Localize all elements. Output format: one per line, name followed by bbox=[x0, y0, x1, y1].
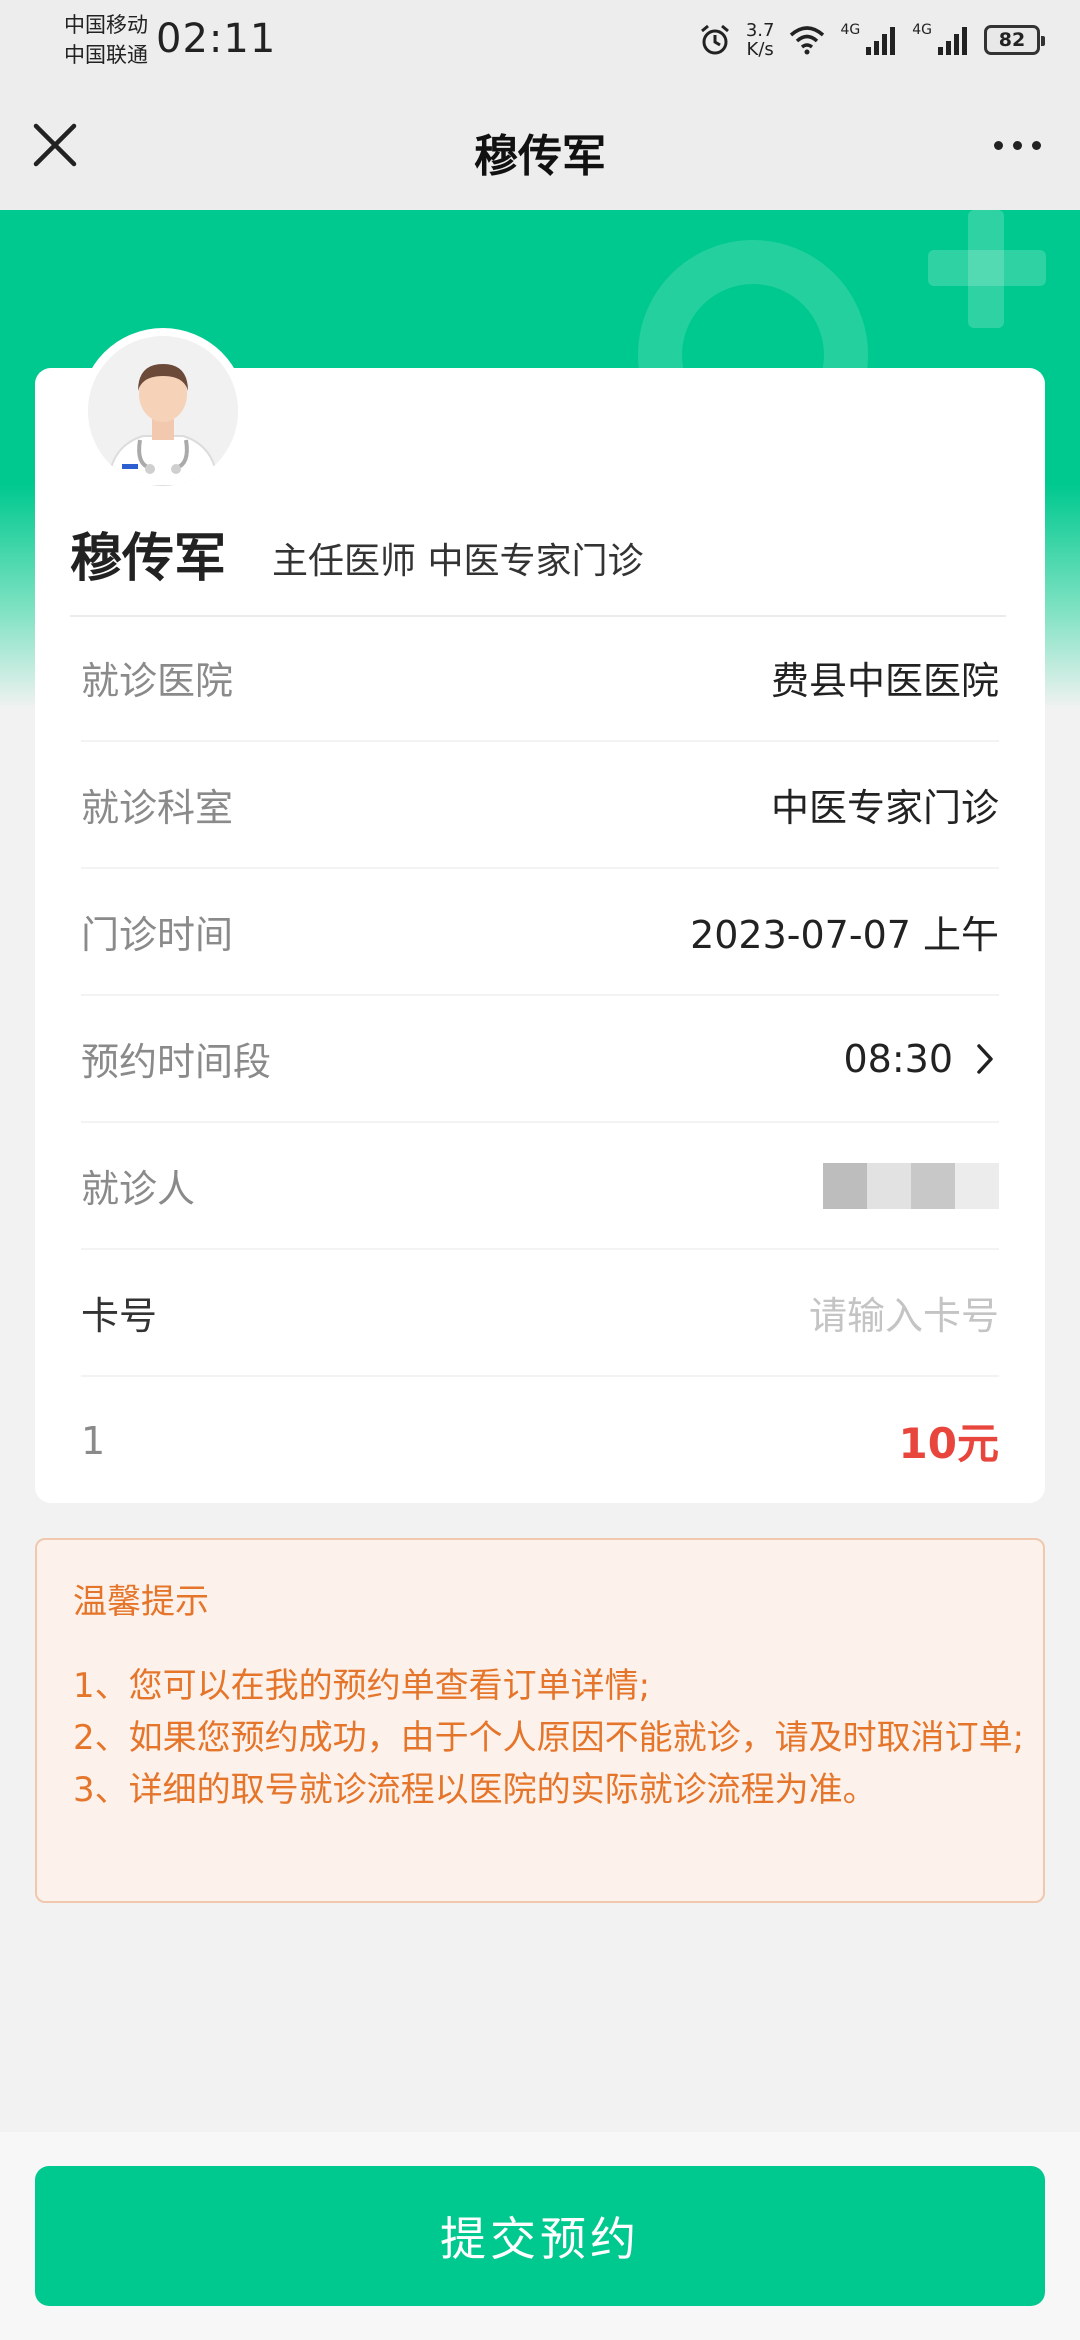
signal-label-1: 4G bbox=[840, 22, 861, 38]
avatar bbox=[88, 336, 238, 486]
fee-value: 10元 bbox=[898, 1419, 999, 1468]
department-value: 中医专家门诊 bbox=[770, 786, 999, 830]
tip-line: 2、如果您预约成功，由于个人原因不能就诊，请及时取消订单; bbox=[73, 1718, 1025, 1758]
row-patient[interactable]: 就诊人 bbox=[81, 1123, 999, 1250]
doctor-name: 穆传军 bbox=[70, 529, 227, 589]
row-department: 就诊科室 中医专家门诊 bbox=[81, 742, 999, 869]
carrier-info: 中国移动 中国联通 bbox=[64, 10, 148, 70]
carrier-1: 中国移动 bbox=[64, 13, 148, 37]
row-fee: 1 10元 bbox=[81, 1377, 999, 1504]
tips-box: 温馨提示 1、您可以在我的预约单查看订单详情; 2、如果您预约成功，由于个人原因… bbox=[35, 1538, 1045, 1903]
row-card-number[interactable]: 卡号 请输入卡号 bbox=[81, 1250, 999, 1377]
status-time: 02:11 bbox=[156, 16, 277, 62]
status-bar: 中国移动 中国联通 02:11 3.7 K/s 4G 4G 82 bbox=[0, 0, 1080, 80]
tip-line: 3、详细的取号就诊流程以医院的实际就诊流程为准。 bbox=[73, 1770, 877, 1810]
tips-title: 温馨提示 bbox=[73, 1582, 209, 1622]
row-label: 就诊人 bbox=[81, 1167, 196, 1211]
battery-icon: 82 bbox=[984, 25, 1045, 55]
row-label: 门诊时间 bbox=[81, 913, 234, 957]
chevron-right-icon bbox=[977, 1043, 993, 1074]
row-hospital: 就诊医院 费县中医医院 bbox=[81, 615, 999, 742]
submit-appointment-button[interactable]: 提交预约 bbox=[35, 2166, 1045, 2306]
time-slot-text: 08:30 bbox=[843, 1036, 953, 1081]
doctor-title: 主任医师 中医专家门诊 bbox=[272, 541, 644, 582]
clinic-time-value: 2023-07-07 上午 bbox=[690, 913, 999, 957]
hospital-value: 费县中医医院 bbox=[770, 659, 999, 703]
tips-body: 1、您可以在我的预约单查看订单详情; 2、如果您预约成功，由于个人原因不能就诊，… bbox=[73, 1660, 1033, 1816]
wifi-icon bbox=[790, 26, 825, 55]
alarm-icon bbox=[700, 24, 729, 55]
nav-bar: 穆传军 bbox=[0, 80, 1080, 210]
row-time-slot[interactable]: 预约时间段 08:30 bbox=[81, 996, 999, 1123]
row-clinic-time: 门诊时间 2023-07-07 上午 bbox=[81, 869, 999, 996]
patient-name-blurred bbox=[823, 1162, 999, 1209]
speed-unit: K/s bbox=[746, 39, 774, 60]
signal-icon-2 bbox=[938, 27, 967, 55]
speed-value: 3.7 bbox=[745, 20, 775, 41]
carrier-2: 中国联通 bbox=[64, 43, 148, 67]
doctor-avatar-frame bbox=[80, 328, 246, 494]
tip-line: 1、您可以在我的预约单查看订单详情; bbox=[73, 1666, 651, 1706]
row-label: 卡号 bbox=[81, 1294, 158, 1338]
time-slot-value[interactable]: 08:30 bbox=[843, 1037, 999, 1081]
patient-value[interactable] bbox=[823, 1162, 999, 1209]
row-label: 预约时间段 bbox=[81, 1040, 272, 1084]
more-options-icon[interactable] bbox=[980, 118, 1054, 172]
doctor-avatar-icon bbox=[88, 336, 238, 486]
row-label: 就诊科室 bbox=[81, 786, 234, 830]
signal-icon bbox=[866, 27, 896, 55]
network-speed: 3.7 K/s bbox=[746, 21, 775, 59]
signal-label-2: 4G bbox=[912, 22, 932, 38]
row-label: 1 bbox=[81, 1418, 106, 1463]
row-label: 就诊医院 bbox=[81, 659, 234, 703]
card-number-input[interactable]: 请输入卡号 bbox=[809, 1285, 999, 1340]
status-icons: 3.7 K/s 4G 4G 82 bbox=[698, 18, 1045, 62]
page-title: 穆传军 bbox=[474, 131, 606, 182]
